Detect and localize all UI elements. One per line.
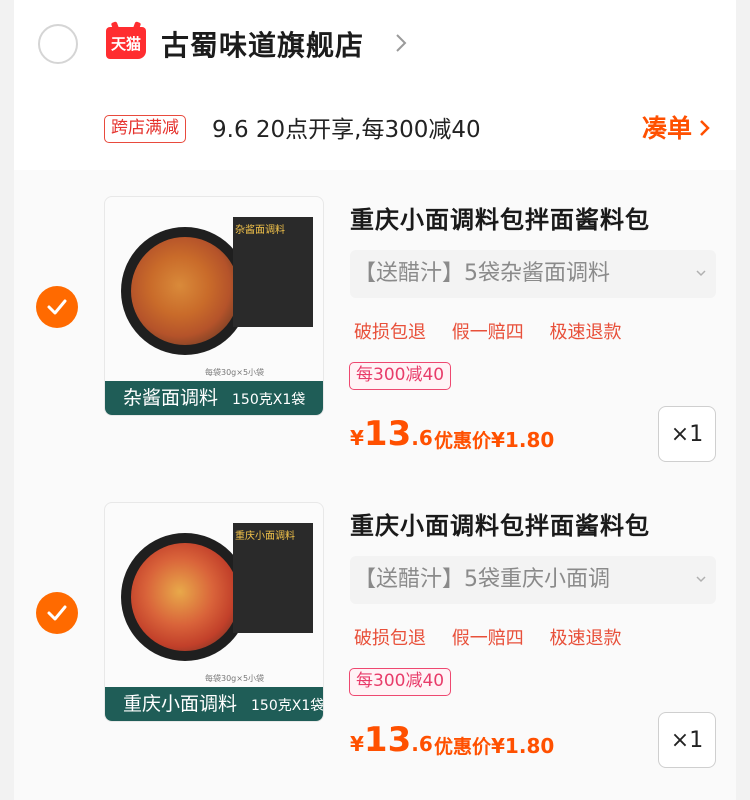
package-title: 杂酱面调料 (235, 225, 285, 236)
coudan-link[interactable]: 凑单 (642, 109, 692, 145)
item-price: ¥13.6 (350, 414, 433, 454)
package-image: 重庆小面调料 (233, 523, 313, 633)
deal-label: 优惠价 (434, 430, 492, 452)
cart-item: 杂酱面调料 每袋30g×5小袋 杂酱面调料 150克X1袋 重庆小面调料包拌面酱料… (14, 170, 736, 475)
product-title[interactable]: 重庆小面调料包拌面酱料包 (350, 506, 650, 541)
deal-price: 优惠价¥1.80 (434, 426, 554, 453)
deal-label: 优惠价 (434, 736, 492, 758)
quantity-button[interactable]: ×1 (658, 406, 716, 462)
service-tag: 假一赔四 (451, 628, 524, 649)
price-decimal: .6 (411, 426, 433, 450)
chevron-right-icon[interactable] (390, 30, 412, 56)
thumb-label: 重庆小面调料 150克X1袋 (105, 687, 323, 721)
chevron-right-icon[interactable] (696, 114, 714, 142)
check-icon (47, 299, 67, 315)
thumb-caption: 每袋30g×5小袋 (205, 674, 265, 683)
deal-value: ¥1.80 (491, 428, 555, 452)
price-integer: 13 (363, 720, 412, 760)
price-decimal: .6 (411, 732, 433, 756)
thumb-label: 杂酱面调料 150克X1袋 (105, 381, 323, 415)
price-symbol: ¥ (350, 426, 364, 450)
cart-item: 重庆小面调料 每袋30g×5小袋 重庆小面调料 150克X1袋 重庆小面调料包拌面… (14, 476, 736, 781)
service-tag: 极速退款 (549, 628, 622, 649)
discount-tag: 每300减40 (349, 668, 452, 696)
price-symbol: ¥ (350, 732, 364, 756)
sku-selector[interactable]: 【送醋汁】5袋重庆小面调 (350, 556, 716, 604)
noodle-image (131, 237, 239, 345)
price-integer: 13 (363, 414, 412, 454)
sku-text: 【送醋汁】5袋重庆小面调 (354, 567, 610, 592)
thumb-spec: 150克X1袋 (251, 698, 324, 714)
service-tag: 破损包退 (354, 628, 426, 649)
noodle-image (131, 543, 239, 651)
store-name[interactable]: 古蜀味道旗舰店 (161, 24, 364, 64)
service-tag: 破损包退 (354, 322, 426, 343)
sku-selector[interactable]: 【送醋汁】5袋杂酱面调料 (350, 250, 716, 298)
thumb-label-name: 重庆小面调料 (123, 693, 238, 715)
service-tags: 破损包退 假一赔四 极速退款 (354, 624, 641, 650)
thumb-spec: 150克X1袋 (232, 392, 306, 408)
check-icon (47, 605, 67, 621)
service-tags: 破损包退 假一赔四 极速退款 (354, 318, 641, 344)
promo-text: 9.6 20点开享,每300减40 (212, 117, 481, 143)
item-price: ¥13.6 (350, 720, 433, 760)
discount-tag: 每300减40 (349, 362, 452, 390)
sku-text: 【送醋汁】5袋杂酱面调料 (354, 261, 610, 286)
tmall-badge: 天猫 (106, 27, 146, 59)
package-image: 杂酱面调料 (233, 217, 313, 327)
product-thumbnail[interactable]: 杂酱面调料 每袋30g×5小袋 杂酱面调料 150克X1袋 (104, 196, 324, 416)
item-checkbox-checked[interactable] (36, 286, 78, 328)
product-thumbnail[interactable]: 重庆小面调料 每袋30g×5小袋 重庆小面调料 150克X1袋 (104, 502, 324, 722)
thumb-label-name: 杂酱面调料 (123, 387, 219, 409)
item-checkbox-checked[interactable] (36, 592, 78, 634)
service-tag: 假一赔四 (451, 322, 524, 343)
store-select-radio[interactable] (38, 24, 78, 64)
product-title[interactable]: 重庆小面调料包拌面酱料包 (350, 200, 650, 235)
quantity-button[interactable]: ×1 (658, 712, 716, 768)
package-title: 重庆小面调料 (235, 531, 295, 542)
deal-price: 优惠价¥1.80 (434, 732, 554, 759)
cross-store-promo-tag: 跨店满减 (104, 115, 186, 143)
chevron-down-icon (696, 270, 706, 277)
deal-value: ¥1.80 (491, 734, 555, 758)
service-tag: 极速退款 (549, 322, 622, 343)
thumb-caption: 每袋30g×5小袋 (205, 368, 265, 377)
chevron-down-icon (696, 576, 706, 583)
